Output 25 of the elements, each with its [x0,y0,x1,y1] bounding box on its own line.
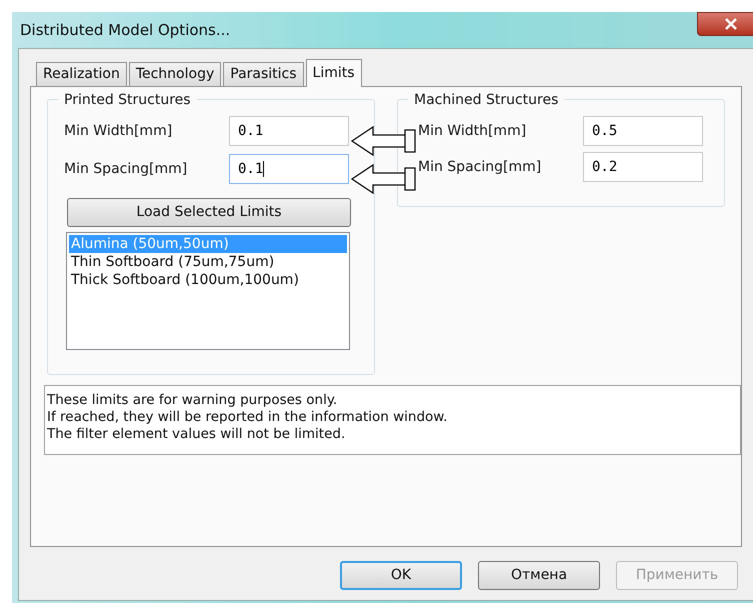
input-field[interactable]: 0.5 [583,116,703,146]
field-label: Min Width[mm] [64,122,174,140]
tab[interactable]: Limits [306,59,362,87]
list-item[interactable]: Thick Softboard (100um,100um) [69,271,347,289]
info-text: These limits are for warning purposes only. [47,392,338,409]
field-label: Min Spacing[mm] [418,158,542,176]
tab[interactable]: Technology [128,62,222,86]
close-icon [724,18,738,30]
window-title: Distributed Model Options... [20,20,230,41]
input-field[interactable]: 0.1 [229,154,349,184]
arrow-icon [351,125,417,157]
tab[interactable]: Realization [36,62,127,86]
tab[interactable]: Parasitics [223,62,304,86]
info-text: The filter element values will not be limited. [47,426,346,443]
dialog-button[interactable]: OK [340,561,462,590]
field-label: Min Width[mm] [418,122,528,140]
input-field[interactable]: 0.2 [583,152,703,182]
arrow-icon [351,163,417,195]
input-field[interactable]: 0.1 [229,116,349,146]
close-button[interactable] [697,12,753,36]
list-item[interactable]: Thin Softboard (75um,75um) [69,253,347,271]
field-label: Min Spacing[mm] [64,160,188,178]
dialog-button[interactable]: Отмена [478,561,600,590]
info-text: If reached, they will be reported in the information window. [47,409,448,426]
load-limits-button[interactable]: Load Selected Limits [67,198,351,227]
